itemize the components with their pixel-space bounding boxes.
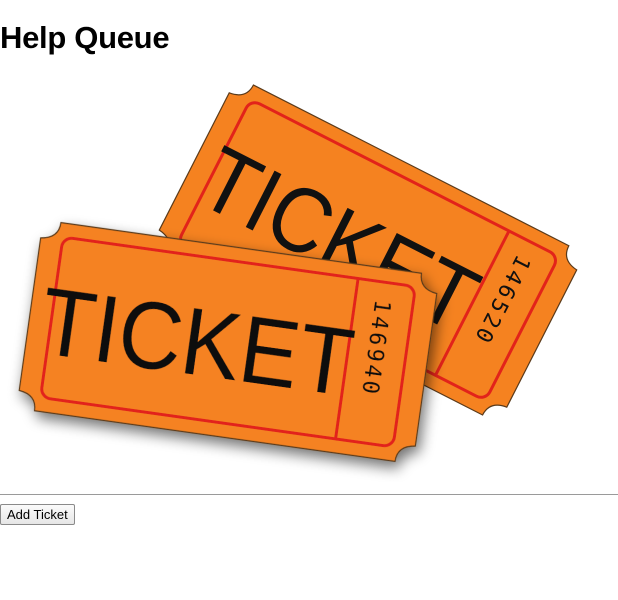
page-title: Help Queue <box>0 20 170 55</box>
tickets-illustration-icon: TICKET 146520 TICKET 146940 <box>18 84 578 463</box>
divider <box>0 494 618 495</box>
add-ticket-button[interactable]: Add Ticket <box>0 504 75 525</box>
